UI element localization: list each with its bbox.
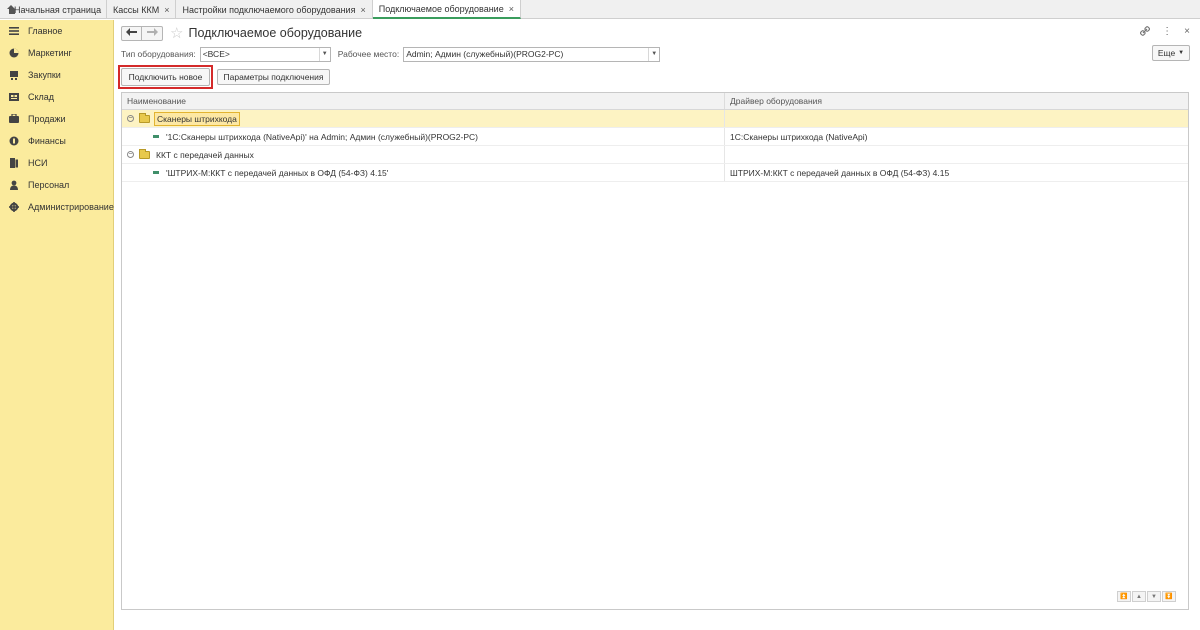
more-button-label: Еще xyxy=(1157,48,1176,58)
scroll-bottom-icon[interactable]: ⏬ xyxy=(1162,591,1176,602)
tab-connected-equipment[interactable]: Подключаемое оборудование × xyxy=(372,0,521,19)
money-icon xyxy=(9,136,19,146)
sidebar-item-label: Главное xyxy=(28,26,63,36)
device-icon xyxy=(153,171,159,174)
equipment-type-label: Тип оборудования: xyxy=(121,49,196,59)
column-header-name[interactable]: Наименование xyxy=(122,93,725,109)
action-bar: Подключить новое Параметры подключения xyxy=(118,65,330,89)
collapse-icon[interactable]: − xyxy=(127,151,134,158)
cart-icon xyxy=(9,70,19,80)
arrow-left-icon xyxy=(126,27,137,39)
sidebar-item-marketing[interactable]: Маркетинг xyxy=(0,42,113,64)
equipment-type-select[interactable]: <ВСЕ> ▼ xyxy=(199,46,331,62)
sidebar-item-administration[interactable]: Администрирование xyxy=(0,196,114,218)
connection-params-button[interactable]: Параметры подключения xyxy=(217,69,330,85)
warehouse-icon xyxy=(9,92,19,102)
sidebar-item-label: Закупки xyxy=(28,70,61,80)
table-header: Наименование Драйвер оборудования xyxy=(122,93,1188,110)
chevron-down-icon[interactable]: ▼ xyxy=(648,47,659,61)
pie-chart-icon xyxy=(9,48,19,58)
tab-home[interactable]: Начальная страница xyxy=(0,0,107,19)
sidebar-item-label: НСИ xyxy=(28,158,48,168)
close-icon[interactable]: × xyxy=(360,5,365,15)
close-icon[interactable]: × xyxy=(164,5,169,15)
sidebar-item-sales[interactable]: Продажи xyxy=(0,108,113,130)
scroll-up-icon[interactable]: ▲ xyxy=(1132,591,1146,602)
workplace-value: Admin; Админ (служебный)(PROG2-PC) xyxy=(406,49,564,59)
forward-button[interactable] xyxy=(142,25,163,41)
tab-label: Настройки подключаемого оборудования xyxy=(182,4,356,15)
driver-cell: 1С:Сканеры штрихкода (NativeApi) xyxy=(730,131,868,142)
group-label: Сканеры штрихкода xyxy=(154,111,240,126)
tab-label: Начальная страница xyxy=(14,4,102,15)
device-name: 'ШТРИХ-М:ККТ с передачей данных в ОФД (5… xyxy=(166,167,389,178)
person-icon xyxy=(9,180,19,190)
equipment-type-value: <ВСЕ> xyxy=(202,49,230,59)
folder-icon xyxy=(139,112,150,123)
tab-cash-registers[interactable]: Кассы ККМ × xyxy=(107,0,177,19)
sidebar-item-main[interactable]: Главное xyxy=(0,20,113,42)
favorite-star-icon[interactable]: ☆ xyxy=(170,26,183,41)
workplace-select[interactable]: Admin; Админ (служебный)(PROG2-PC) ▼ xyxy=(403,46,661,62)
table-row[interactable]: '1С:Сканеры штрихкода (NativeApi)' на Ad… xyxy=(122,128,1188,146)
group-row[interactable]: − Сканеры штрихкода xyxy=(122,110,1188,128)
scroll-top-icon[interactable]: ⏫ xyxy=(1117,591,1131,602)
more-menu-icon[interactable]: ⋮ xyxy=(1162,26,1172,39)
sidebar-item-label: Персонал xyxy=(28,180,70,190)
group-row[interactable]: − ККТ с передачей данных xyxy=(122,146,1188,164)
connect-new-button[interactable]: Подключить новое xyxy=(121,68,210,86)
device-icon xyxy=(153,135,159,138)
sidebar-item-label: Администрирование xyxy=(28,202,114,212)
menu-icon xyxy=(9,26,19,36)
sidebar: Главное Маркетинг Закупки Склад Продажи … xyxy=(0,20,114,630)
filter-bar: Тип оборудования: <ВСЕ> ▼ Рабочее место:… xyxy=(121,46,661,62)
title-bar: ☆ Подключаемое оборудование xyxy=(121,24,362,42)
gear-icon xyxy=(9,202,19,212)
arrow-right-icon xyxy=(146,27,158,39)
link-icon[interactable] xyxy=(1140,26,1151,39)
chevron-down-icon[interactable]: ▼ xyxy=(318,47,330,61)
close-icon[interactable]: × xyxy=(509,4,514,14)
device-name: '1С:Сканеры штрихкода (NativeApi)' на Ad… xyxy=(166,131,478,142)
sidebar-item-label: Маркетинг xyxy=(28,48,72,58)
sidebar-item-warehouse[interactable]: Склад xyxy=(0,86,113,108)
close-icon[interactable]: × xyxy=(1184,26,1190,39)
tab-bar: Начальная страница Кассы ККМ × Настройки… xyxy=(0,0,1200,19)
main-panel: ☆ Подключаемое оборудование ⋮ × Тип обор… xyxy=(115,20,1200,630)
sidebar-item-label: Продажи xyxy=(28,114,66,124)
column-header-driver[interactable]: Драйвер оборудования xyxy=(725,93,1188,109)
sales-icon xyxy=(9,114,19,124)
sidebar-item-label: Финансы xyxy=(28,136,66,146)
group-label: ККТ с передачей данных xyxy=(156,149,254,160)
sidebar-item-personnel[interactable]: Персонал xyxy=(0,174,113,196)
workplace-label: Рабочее место: xyxy=(337,49,400,59)
sidebar-item-finance[interactable]: Финансы xyxy=(0,130,113,152)
table-row[interactable]: 'ШТРИХ-М:ККТ с передачей данных в ОФД (5… xyxy=(122,164,1188,182)
more-button[interactable]: Еще ▼ xyxy=(1152,45,1190,61)
equipment-table: Наименование Драйвер оборудования − Скан… xyxy=(121,92,1189,610)
chevron-down-icon: ▼ xyxy=(1178,50,1185,56)
tab-label: Подключаемое оборудование xyxy=(378,3,504,14)
folder-icon xyxy=(139,148,150,159)
tab-label: Кассы ККМ xyxy=(113,4,160,15)
collapse-icon[interactable]: − xyxy=(127,115,134,122)
tab-equipment-settings[interactable]: Настройки подключаемого оборудования × xyxy=(176,0,373,19)
book-icon xyxy=(9,158,19,168)
scroll-controls: ⏫ ▲ ▼ ⏬ xyxy=(1117,591,1176,602)
sidebar-item-nsi[interactable]: НСИ xyxy=(0,152,113,174)
sidebar-item-label: Склад xyxy=(28,92,55,102)
scroll-down-icon[interactable]: ▼ xyxy=(1147,591,1161,602)
highlight-frame: Подключить новое xyxy=(118,65,213,89)
page-title: Подключаемое оборудование xyxy=(188,26,363,40)
sidebar-item-purchases[interactable]: Закупки xyxy=(0,64,113,86)
back-button[interactable] xyxy=(121,25,142,41)
driver-cell: ШТРИХ-М:ККТ с передачей данных в ОФД (54… xyxy=(730,167,950,178)
window-controls: ⋮ × xyxy=(1140,26,1190,39)
